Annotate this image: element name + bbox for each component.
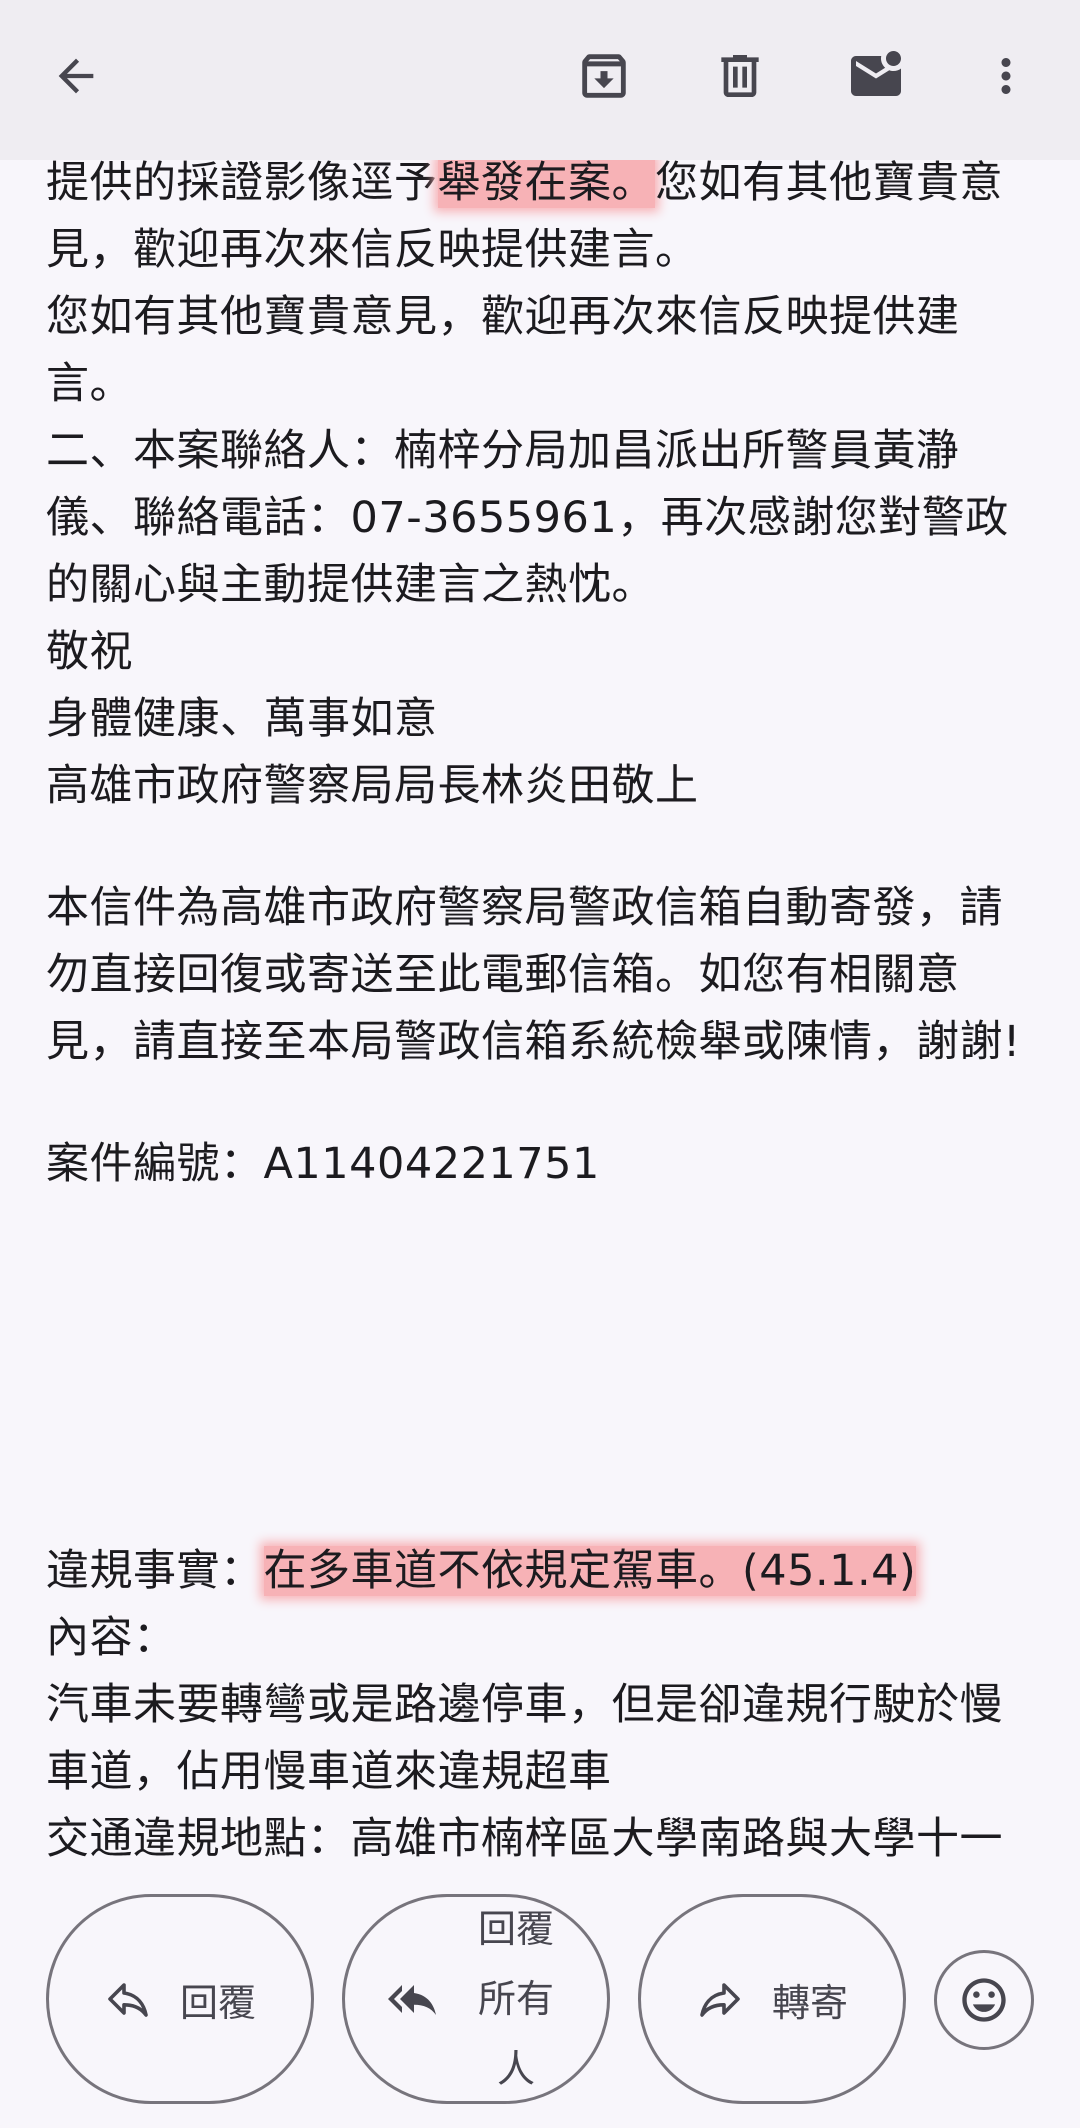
highlight: 在多車道不依規定駕車。(45.1.4) [263,1546,917,1596]
mail-unread-icon[interactable] [840,40,912,112]
case-number: 案件編號：A11404221751 [46,1139,600,1189]
violation-fact: 違規事實：在多車道不依規定駕車。(45.1.4) [46,1546,917,1596]
forward-button[interactable]: 轉寄 [638,1894,906,2104]
more-vert-icon[interactable] [970,40,1042,112]
action-bar: 回覆 回覆所有人 轉寄 [0,1880,1080,2128]
body-line: 敬祝 [46,627,133,677]
reply-all-label: 回覆所有人 [477,1907,554,2091]
body-line: 見，歡迎再次來信反映提供建言。 [46,225,699,275]
highlight: 舉發在案。 [437,158,655,208]
reply-label: 回覆 [179,1980,256,2025]
body-line: 言。 [46,359,133,409]
body-line: 儀、聯絡電話：07-3655961，再次感謝您對警政 [46,493,1009,543]
body-line: 勿直接回復或寄送至此電郵信箱。如您有相關意 [46,950,960,1000]
forward-label: 轉寄 [771,1980,848,2025]
body-line: 汽車未要轉彎或是路邊停車，但是卻違規行駛於慢 [46,1680,1003,1730]
top-app-bar [0,0,1080,160]
email-body: 提供的採證影像逕予舉發在案。您如有其他寶貴意 見，歡迎再次來信反映提供建言。 您… [46,150,1046,1873]
body-line: 高雄市政府警察局局長林炎田敬上 [46,761,699,811]
body-line: 本信件為高雄市政府警察局警政信箱自動寄發，請 [46,883,1003,933]
forward-icon [696,1975,744,2023]
reply-all-button[interactable]: 回覆所有人 [342,1894,610,2104]
archive-icon[interactable] [568,40,640,112]
body-line: 您如有其他寶貴意見，歡迎再次來信反映提供建 [46,292,960,342]
body-line: 車道，佔用慢車道來違規超車 [46,1747,612,1797]
reply-all-icon [386,1975,438,2023]
body-line: 提供的採證影像逕予舉發在案。您如有其他寶貴意 [46,158,1003,208]
arrow-left-icon[interactable] [40,40,112,112]
reply-button[interactable]: 回覆 [46,1894,314,2104]
body-line: 內容： [46,1613,177,1663]
reply-icon [104,1975,152,2023]
body-line: 見，請直接至本局警政信箱系統檢舉或陳情，謝謝! [46,1017,1021,1067]
body-line: 二、本案聯絡人：楠梓分局加昌派出所警員黃瀞 [46,426,960,476]
body-line: 身體健康、萬事如意 [46,694,438,744]
body-line: 交通違規地點：高雄市楠梓區大學南路與大學十一 [46,1814,1003,1864]
trash-icon[interactable] [704,40,776,112]
body-line: 的關心與主動提供建言之熱忱。 [46,560,655,610]
emoji-icon[interactable] [934,1950,1034,2050]
